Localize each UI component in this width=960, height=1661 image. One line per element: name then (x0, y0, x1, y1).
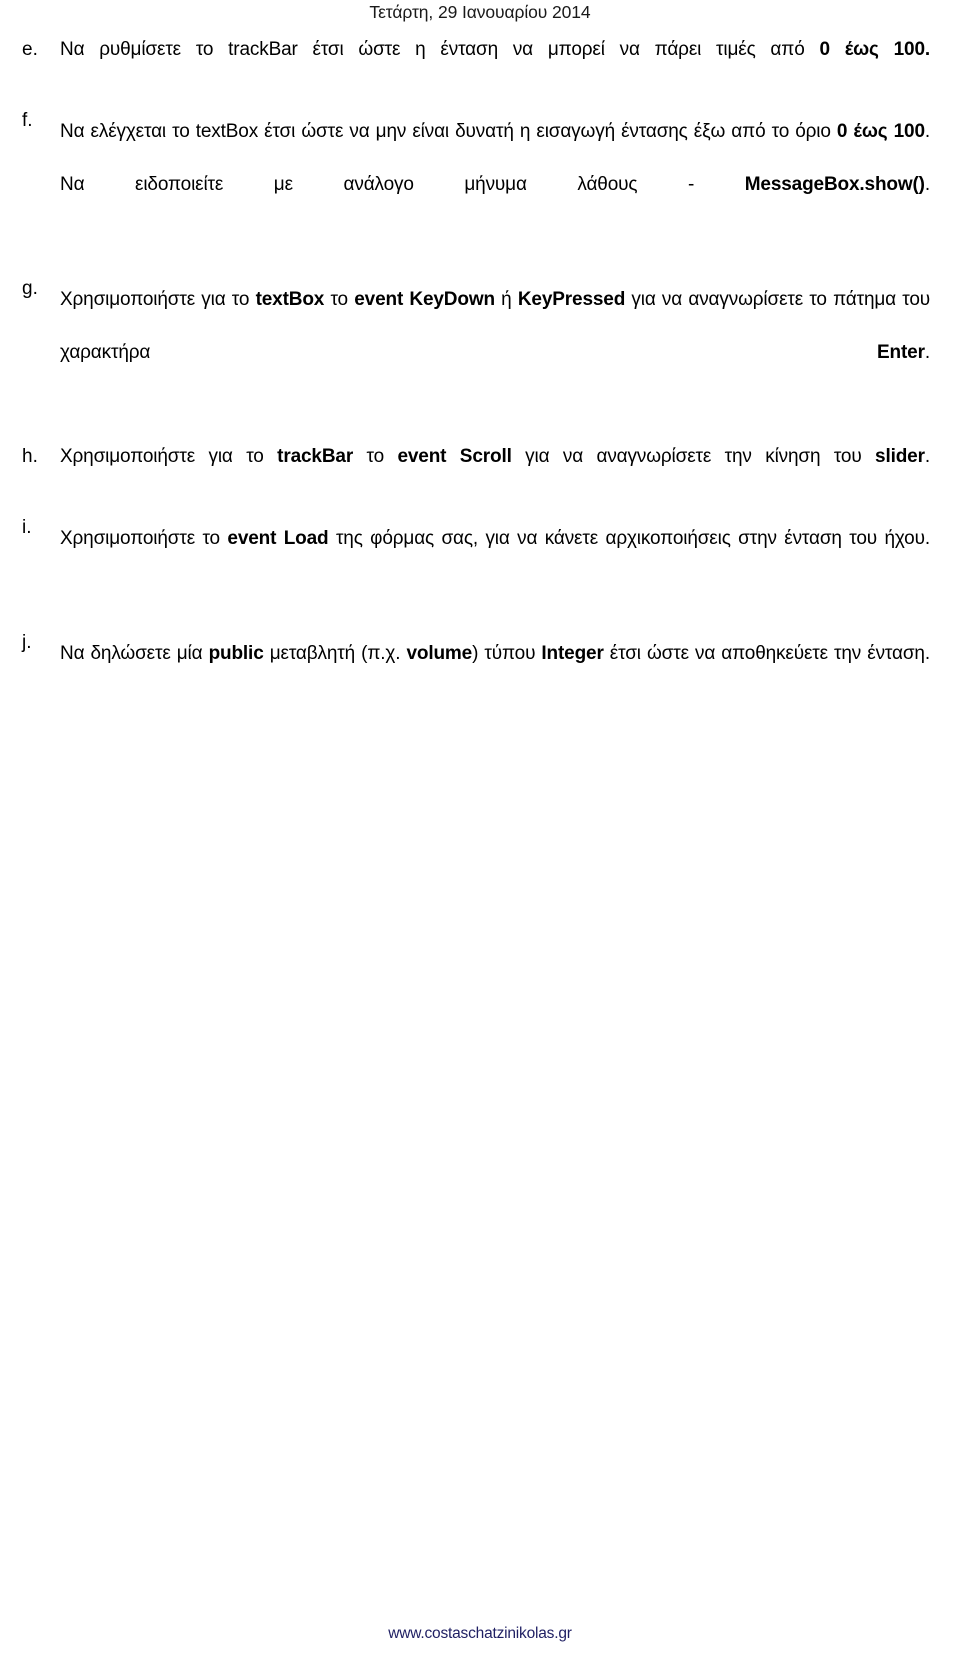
emphasis-text: event Load (227, 528, 329, 549)
list-item: i. Χρησιμοποιήστε το event Load της φόρμα… (22, 512, 930, 618)
list-item-marker: f. (22, 110, 33, 131)
emphasis-text: event KeyDown (354, 289, 495, 310)
emphasis-text: Enter (877, 342, 925, 363)
list-item-marker: j. (22, 632, 32, 653)
emphasis-text: trackBar (277, 446, 354, 467)
body-text: Χρησιμοποιήστε το (60, 528, 228, 549)
emphasis-text: event Scroll (397, 446, 512, 467)
page-header-date: Τετάρτη, 29 Ιανουαρίου 2014 (369, 2, 591, 22)
emphasis-text: volume (406, 643, 473, 664)
body-text: της φόρμας σας, για να κάνετε αρχικοποιή… (328, 528, 930, 549)
emphasis-text: MessageBox.show() (744, 174, 925, 195)
body-text: ή (494, 289, 518, 310)
body-text: Να δηλώσετε μία (60, 643, 209, 664)
emphasis-text: Integer (541, 643, 604, 664)
list-item-text: Χρησιμοποιήστε για το textBox το event K… (60, 273, 930, 432)
list-item-marker: e. (22, 39, 38, 60)
list-item-marker: h. (22, 446, 38, 467)
list-item-text: Χρησιμοποιήστε το event Load της φόρμας … (60, 512, 930, 618)
body-text: το (324, 289, 355, 310)
list-item-text: Να ελέγχεται το textBox έτσι ώστε να μην… (60, 105, 930, 264)
body-text: Χρησιμοποιήστε για το (60, 446, 278, 467)
list-item: g. Χρησιμοποιήστε για το textBox το event… (22, 273, 930, 432)
emphasis-text: KeyPressed (517, 289, 626, 310)
page-footer-url: www.costaschatzinikolas.gr (388, 1625, 572, 1642)
list-item-text: Να δηλώσετε μία public μεταβλητή (π.χ. v… (60, 627, 930, 733)
list-item-text: Χρησιμοποιήστε για το trackBar το event … (60, 441, 930, 503)
list-item: e. Να ρυθμίσετε το trackBar έτσι ώστε η έ… (22, 34, 930, 96)
body-text: Να ελέγχεται το textBox έτσι ώστε να μην… (60, 121, 837, 142)
emphasis-text: 0 έως 100. (819, 39, 930, 60)
body-text: Να ρυθμίσετε το trackBar έτσι ώστε η έντ… (60, 39, 820, 60)
body-text: Χρησιμοποιήστε για το (60, 289, 256, 310)
body-text: για να αναγνωρίσετε την κίνηση του (511, 446, 876, 467)
emphasis-text: slider (875, 446, 925, 467)
emphasis-text: textBox (255, 289, 325, 310)
body-text: . (924, 174, 930, 195)
body-text: ) τύπου (472, 643, 542, 664)
body-text: το (353, 446, 398, 467)
body-text: . (924, 446, 930, 467)
list-item-text: Να ρυθμίσετε το trackBar έτσι ώστε η έντ… (60, 34, 930, 96)
list-item-marker: i. (22, 517, 32, 538)
list-item: f. Να ελέγχεται το textBox έτσι ώστε να μ… (22, 105, 930, 264)
document-page: Τετάρτη, 29 Ιανουαρίου 2014 e. Να ρυθμίσε… (0, 0, 960, 1661)
body-text: έτσι ώστε να αποθηκεύετε την ένταση. (603, 643, 930, 664)
emphasis-text: 0 έως 100 (836, 121, 925, 142)
list-item: h. Χρησιμοποιήστε για το trackBar το even… (22, 441, 930, 503)
list-item-marker: g. (22, 278, 38, 299)
exercise-list: e. Να ρυθμίσετε το trackBar έτσι ώστε η έ… (22, 34, 930, 742)
emphasis-text: public (208, 643, 264, 664)
list-item: j. Να δηλώσετε μία public μεταβλητή (π.χ.… (22, 627, 930, 733)
body-text: μεταβλητή (π.χ. (263, 643, 407, 664)
body-text: . (924, 342, 930, 363)
